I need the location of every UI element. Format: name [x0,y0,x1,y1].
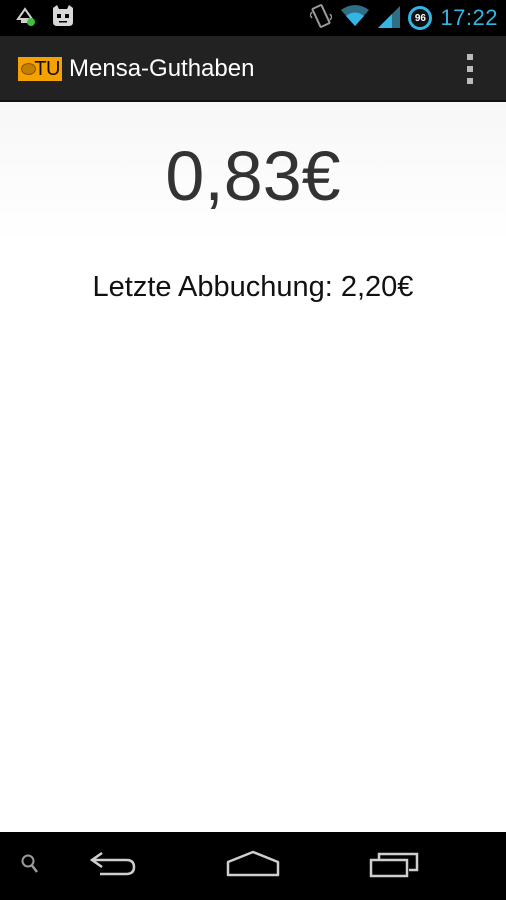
system-icons: 96 17:22 [309,0,498,36]
back-button[interactable] [78,832,148,900]
back-icon [88,849,138,883]
app-logo-text: TU [34,58,60,80]
usb-debug-icon [14,5,36,31]
app-title: Mensa-Guthaben [69,55,255,82]
coin-icon [21,63,36,75]
notification-icons [14,4,76,32]
balance-amount: 0,83€ [165,137,341,215]
last-debit-text: Letzte Abbuchung: 2,20€ [92,271,414,303]
action-bar: TU Mensa-Guthaben [0,36,506,102]
main-content: 0,83€ Letzte Abbuchung: 2,20€ [0,102,506,832]
search-icon [20,853,40,879]
recent-apps-button[interactable] [360,832,430,900]
status-bar: 96 17:22 [0,0,506,36]
home-button[interactable] [218,832,288,900]
wifi-icon [340,4,370,32]
overflow-menu-button[interactable] [464,54,476,84]
vibrate-icon [309,3,334,33]
navigation-bar [0,832,506,900]
search-button[interactable] [10,832,50,900]
menu-dot [467,78,473,84]
signal-icon [378,4,401,32]
status-time: 17:22 [440,5,498,30]
recent-apps-icon [369,850,421,882]
app-logo[interactable]: TU [18,57,62,81]
home-icon [226,850,280,882]
menu-dot [467,66,473,72]
battery-icon: 96 [408,6,433,30]
screen: 96 17:22 TU Mensa-Guthaben 0,83€ Letzte … [0,0,506,900]
menu-dot [467,54,473,60]
cyanogen-icon [50,4,76,32]
